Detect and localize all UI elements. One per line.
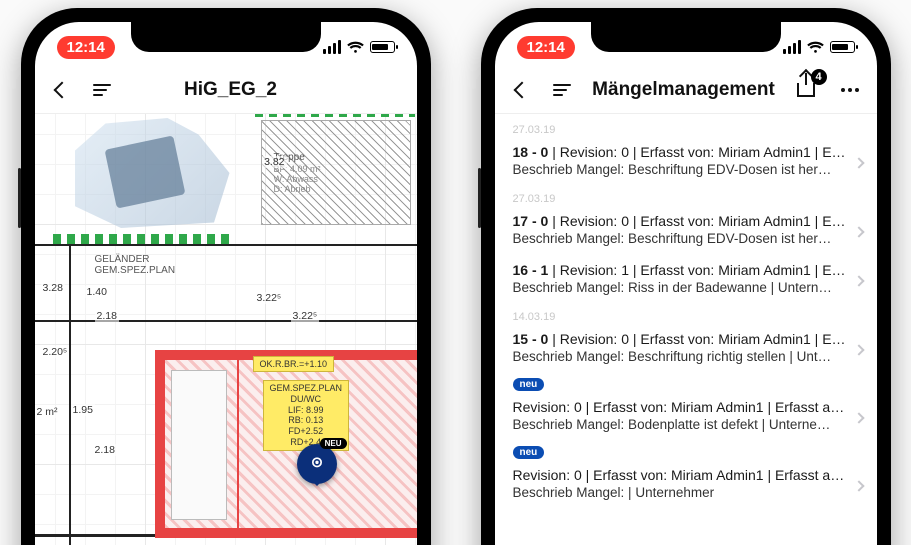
green-boundary [53,234,233,244]
notch [131,22,321,52]
defect-item-header: Revision: 0 | Erfasst von: Miriam Admin1… [513,399,859,415]
page-title: Mängelmanagement [587,79,781,101]
defect-item-desc: Beschrieb Mangel: Beschriftung richtig s… [513,349,859,364]
pin-icon [307,454,327,474]
defect-item[interactable]: Revision: 0 | Erfasst von: Miriam Admin1… [495,461,877,510]
status-icons [323,40,395,54]
defect-item-header: 15 - 0 | Revision: 0 | Erfasst von: Miri… [513,331,859,347]
defect-item-desc: Beschrieb Mangel: Bodenplatte ist defekt… [513,417,859,432]
defect-list[interactable]: 27.03.19 18 - 0 | Revision: 0 | Erfasst v… [495,114,877,545]
back-button[interactable] [47,75,77,105]
recording-time-pill[interactable]: 12:14 [57,36,115,59]
screen-left: 12:14 HiG_EG_2 Trepp [35,22,417,545]
defect-item[interactable]: 17 - 0 | Revision: 0 | Erfasst von: Miri… [495,207,877,256]
dim-218b: 2.18 [93,444,117,456]
recording-time-pill[interactable]: 12:14 [517,36,575,59]
back-button[interactable] [507,75,537,105]
chevron-left-icon [513,81,530,98]
cellular-icon [323,40,341,54]
defect-pin[interactable]: NEU [297,444,337,484]
more-horizontal-icon [841,88,859,92]
floor-plan-canvas[interactable]: Treppe BF: 4.09 m² W: Abwass D: Abrieb 3… [35,114,417,545]
group-date: 27.03.19 [495,118,877,138]
phone-right: 12:14 Mängelmanagement 4 [481,8,891,545]
defect-item-desc: Beschrieb Mangel: Beschriftung EDV-Dosen… [513,162,859,177]
status-icons [783,40,855,54]
filter-lines-icon [553,84,571,96]
dim-2m2: 2 m² [35,406,60,418]
wifi-icon [807,41,824,54]
defect-item-desc: Beschrieb Mangel: | Unternehmer [513,485,859,500]
nav-bar: Mängelmanagement 4 [495,66,877,114]
gelander-label: GELÄNDER GEM.SPEZ.PLAN [95,254,176,276]
group-date: 14.03.19 [495,305,877,325]
dim-218a: 2.18 [95,310,119,322]
share-button[interactable]: 4 [791,75,821,105]
defect-item-header: Revision: 0 | Erfasst von: Miriam Admin1… [513,467,859,483]
filter-button[interactable] [87,75,117,105]
dim-195: 1.95 [71,404,95,416]
room-slab [171,370,227,520]
more-button[interactable] [835,75,865,105]
defect-item[interactable]: Revision: 0 | Erfasst von: Miriam Admin1… [495,393,877,442]
dim-328: 3.28 [41,282,65,294]
dim-220: 2.20⁵ [41,346,70,358]
group-date: 27.03.19 [495,187,877,207]
neu-badge: NEU [320,438,347,449]
green-boundary [255,114,415,117]
share-badge: 4 [811,69,827,85]
defect-item-header: 17 - 0 | Revision: 0 | Erfasst von: Miri… [513,213,859,229]
page-title: HiG_EG_2 [127,79,335,101]
defect-item[interactable]: 16 - 1 | Revision: 1 | Erfasst von: Miri… [495,256,877,305]
battery-icon [830,41,855,53]
defect-item[interactable]: 15 - 0 | Revision: 0 | Erfasst von: Miri… [495,325,877,374]
wifi-icon [347,41,364,54]
screen-right: 12:14 Mängelmanagement 4 [495,22,877,545]
filter-button[interactable] [547,75,577,105]
room-header-label: OK.R.BR.=+1.10 [253,356,335,372]
defect-item-desc: Beschrieb Mangel: Beschriftung EDV-Dosen… [513,231,859,246]
neu-badge: neu [513,446,545,459]
dim-322b: 3.22⁵ [291,310,320,322]
notch [591,22,781,52]
defect-item[interactable]: 18 - 0 | Revision: 0 | Erfasst von: Miri… [495,138,877,187]
dim-382: 3.82 [262,156,286,168]
dim-140: 1.40 [85,286,109,298]
filter-lines-icon [93,84,111,96]
neu-badge: neu [513,378,545,391]
phone-left: 12:14 HiG_EG_2 Trepp [21,8,431,545]
nav-bar: HiG_EG_2 [35,66,417,114]
defect-item-desc: Beschrieb Mangel: Riss in der Badewanne … [513,280,859,295]
defect-item-header: 18 - 0 | Revision: 0 | Erfasst von: Miri… [513,144,859,160]
share-icon [797,83,815,97]
cellular-icon [783,40,801,54]
chevron-left-icon [53,81,70,98]
dim-322a: 3.22⁵ [255,292,284,304]
defect-item-header: 16 - 1 | Revision: 1 | Erfasst von: Miri… [513,262,859,278]
battery-icon [370,41,395,53]
